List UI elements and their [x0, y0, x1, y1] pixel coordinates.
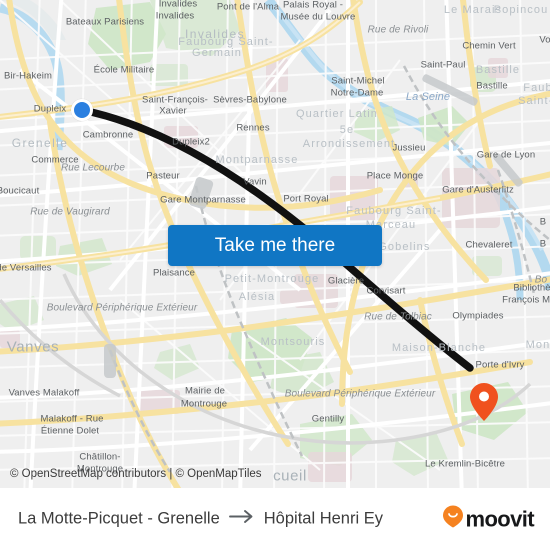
route-origin-label: La Motte-Picquet - Grenelle	[18, 509, 220, 528]
origin-dot[interactable]	[71, 99, 93, 121]
moovit-route-preview: Pont de l'Alma Bateaux Parisiens Invalides…	[0, 0, 550, 550]
route-summary: La Motte-Picquet - Grenelle Hôpital Henr…	[18, 510, 383, 529]
moovit-wordmark: moovit	[465, 506, 534, 531]
moovit-logo[interactable]: moovit	[443, 505, 535, 533]
take-me-there-button[interactable]: Take me there	[168, 225, 382, 266]
map-canvas[interactable]: Pont de l'Alma Bateaux Parisiens Invalides…	[0, 0, 550, 488]
arrow-right-icon	[228, 510, 255, 529]
route-destination-label: Hôpital Henri Ey	[263, 509, 383, 528]
moovit-pin-icon	[443, 505, 464, 533]
footer-bar: La Motte-Picquet - Grenelle Hôpital Henr…	[0, 488, 550, 550]
map-attribution: © OpenStreetMap contributors | © OpenMap…	[10, 468, 262, 480]
